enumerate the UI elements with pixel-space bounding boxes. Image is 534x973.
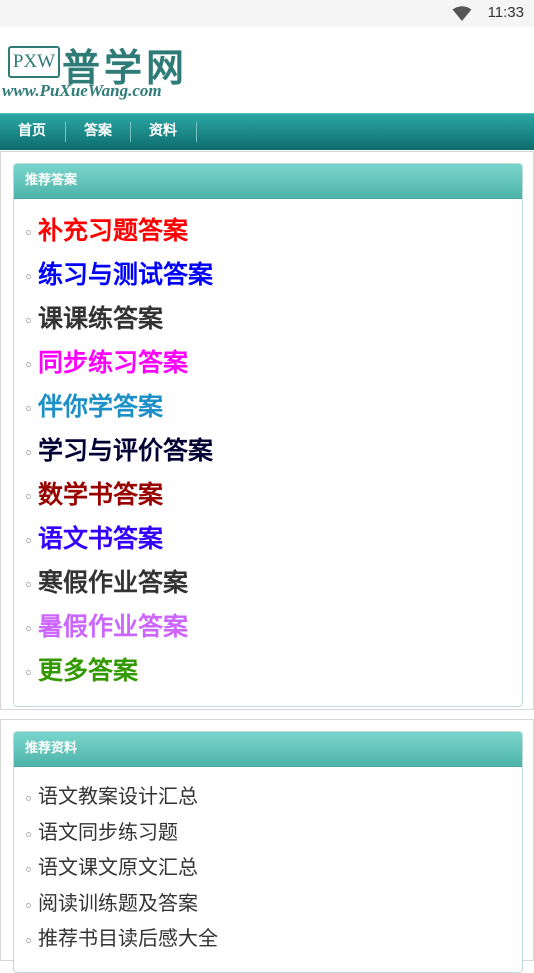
answer-link[interactable]: 补充习题答案 [38,216,188,245]
logo-url: www.PuXueWang.com [2,81,162,100]
list-item[interactable]: 语文教案设计汇总 [14,779,522,815]
bullet-icon [26,538,31,543]
answer-link[interactable]: 学习与评价答案 [38,436,213,465]
recommended-answers-box: 推荐答案 补充习题答案 练习与测试答案 课课练答案 同步练习答案 伴你学答案 学… [13,163,523,707]
status-time: 11:33 [487,4,524,21]
material-link[interactable]: 阅读训练题及答案 [38,891,198,915]
list-item[interactable]: 语文书答案 [14,517,522,561]
material-link[interactable]: 语文教案设计汇总 [38,784,198,808]
answer-link[interactable]: 寒假作业答案 [38,568,188,597]
main-nav: 首页 答案 资料 [0,113,534,150]
answers-panel: 推荐答案 补充习题答案 练习与测试答案 课课练答案 同步练习答案 伴你学答案 学… [0,151,534,710]
recommended-answers-title: 推荐答案 [14,164,522,199]
logo-badge: PXW [8,46,60,78]
list-item[interactable]: 推荐书目读后感大全 [14,921,522,957]
list-item[interactable]: 数学书答案 [14,473,522,517]
nav-item-materials[interactable]: 资料 [137,114,189,150]
material-link[interactable]: 语文课文原文汇总 [38,855,198,879]
material-link[interactable]: 推荐书目读后感大全 [38,926,218,950]
bullet-icon [26,938,31,943]
list-item[interactable]: 语文课文原文汇总 [14,850,522,886]
list-item[interactable]: 更多答案 [14,649,522,693]
site-header: PXW 普学网 www.PuXueWang.com [0,27,534,113]
bullet-icon [26,626,31,631]
bullet-icon [26,494,31,499]
bullet-icon [26,450,31,455]
list-item[interactable]: 同步练习答案 [14,341,522,385]
list-item[interactable]: 课课练答案 [14,297,522,341]
bullet-icon [26,670,31,675]
recommended-materials-box: 推荐资料 语文教案设计汇总 语文同步练习题 语文课文原文汇总 阅读训练题及答案 … [13,731,523,973]
list-item[interactable]: 学习与评价答案 [14,429,522,473]
materials-panel: 推荐资料 语文教案设计汇总 语文同步练习题 语文课文原文汇总 阅读训练题及答案 … [0,719,534,973]
material-link[interactable]: 语文同步练习题 [38,820,178,844]
answers-list: 补充习题答案 练习与测试答案 课课练答案 同步练习答案 伴你学答案 学习与评价答… [14,209,522,693]
bullet-icon [26,406,31,411]
nav-item-home[interactable]: 首页 [6,114,58,150]
answer-link[interactable]: 同步练习答案 [38,348,188,377]
materials-list: 语文教案设计汇总 语文同步练习题 语文课文原文汇总 阅读训练题及答案 推荐书目读… [14,779,522,957]
bullet-icon [26,362,31,367]
list-item[interactable]: 练习与测试答案 [14,253,522,297]
bullet-icon [26,230,31,235]
status-bar: 11:33 [0,0,534,27]
answer-link[interactable]: 练习与测试答案 [38,260,213,289]
bullet-icon [26,582,31,587]
list-item[interactable]: 伴你学答案 [14,385,522,429]
bullet-icon [26,796,31,801]
answer-link[interactable]: 课课练答案 [38,304,163,333]
list-item[interactable]: 语文同步练习题 [14,815,522,851]
list-item[interactable]: 阅读训练题及答案 [14,886,522,922]
recommended-materials-title: 推荐资料 [14,732,522,767]
list-item[interactable]: 暑假作业答案 [14,605,522,649]
bullet-icon [26,867,31,872]
answer-link[interactable]: 数学书答案 [38,480,163,509]
nav-item-answers[interactable]: 答案 [72,114,124,150]
nav-divider [130,122,131,142]
bullet-icon [26,831,31,837]
wifi-icon [452,6,472,21]
answer-link[interactable]: 更多答案 [38,656,138,685]
answer-link[interactable]: 伴你学答案 [38,392,163,421]
nav-divider [65,122,66,142]
bullet-icon [26,902,31,908]
bullet-icon [26,318,31,323]
list-item[interactable]: 寒假作业答案 [14,561,522,605]
answer-link[interactable]: 语文书答案 [38,524,163,553]
site-logo[interactable]: PXW 普学网 www.PuXueWang.com [0,37,210,107]
nav-divider [196,122,197,142]
list-item[interactable]: 补充习题答案 [14,209,522,253]
bullet-icon [26,274,31,279]
answer-link[interactable]: 暑假作业答案 [38,612,188,641]
